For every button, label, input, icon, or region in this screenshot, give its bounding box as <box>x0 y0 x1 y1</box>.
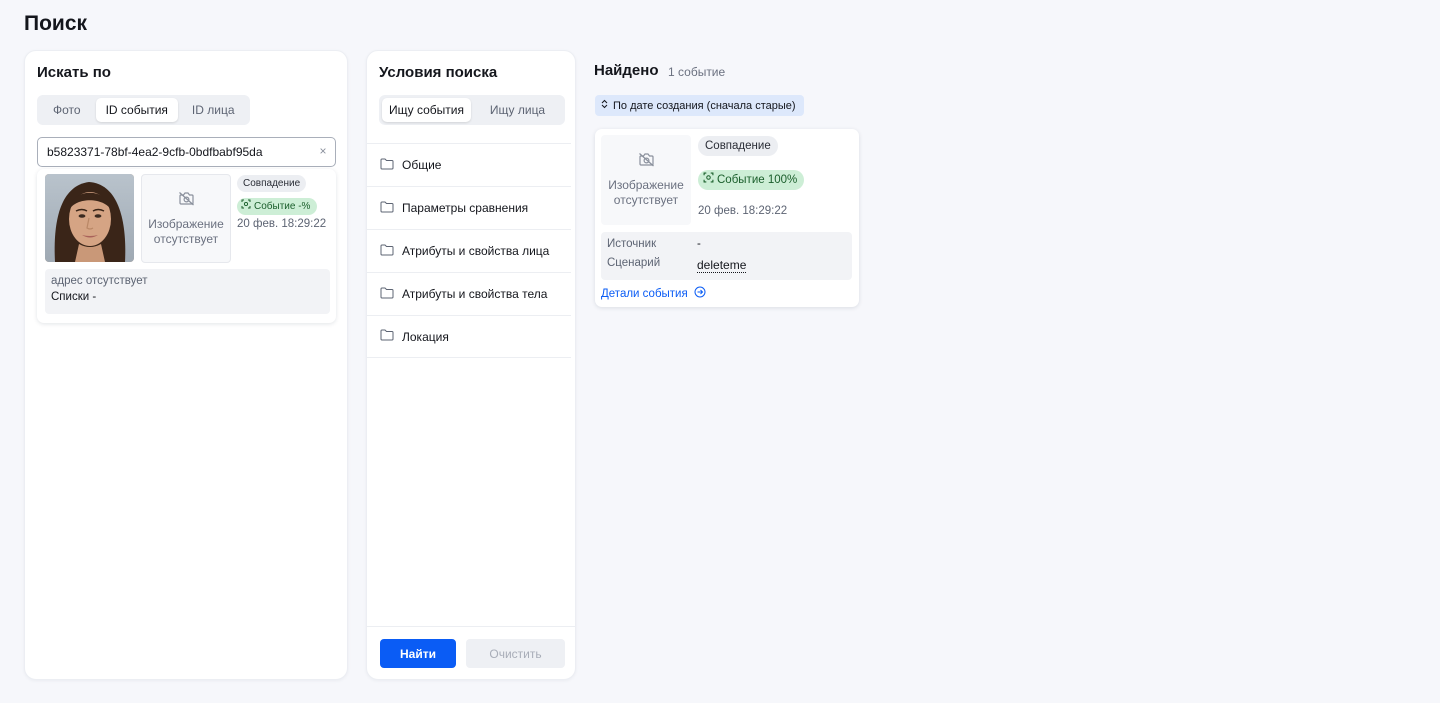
found-title: Найдено <box>594 62 659 79</box>
source-label: Источник <box>607 238 657 250</box>
face-scan-icon <box>703 172 714 189</box>
tab-photo[interactable]: Фото <box>40 98 94 122</box>
folder-label: Атрибуты и свойства тела <box>402 287 548 301</box>
tab-face-id[interactable]: ID лица <box>180 98 247 122</box>
clear-input-icon[interactable]: × <box>315 143 331 159</box>
found-count: 1 событие <box>668 65 726 79</box>
folder-label: Локация <box>402 329 449 344</box>
sort-arrows-icon <box>601 99 608 112</box>
conditions-folder-list: Общие Параметры сравнения Атрибуты и сво… <box>367 143 571 358</box>
no-image-line1: Изображение <box>608 178 684 192</box>
folder-icon <box>380 201 394 216</box>
find-button[interactable]: Найти <box>380 639 456 668</box>
no-image-line2: отсутствует <box>153 231 219 246</box>
tab-search-faces[interactable]: Ищу лица <box>473 98 562 122</box>
event-card[interactable]: Изображение отсутствует Совпадение Событ… <box>595 129 859 307</box>
folder-icon <box>380 287 394 302</box>
result-info-box: адрес отсутствует Списки - <box>45 269 330 314</box>
card-timestamp: 20 фев. 18:29:22 <box>698 205 788 217</box>
event-match-label: Событие -% <box>254 201 311 212</box>
event-match-badge: Событие 100% <box>698 170 805 190</box>
card-info-box: Источник - Сценарий deleteme <box>601 232 852 280</box>
address-text: адрес отсутствует <box>51 275 148 287</box>
tab-event-id[interactable]: ID события <box>95 98 178 122</box>
conditions-footer-divider <box>367 626 575 627</box>
conditions-title: Условия поиска <box>379 64 498 81</box>
scenario-label: Сценарий <box>607 257 661 269</box>
face-scan-icon <box>241 198 251 215</box>
no-image-placeholder: Изображение отсутствует <box>141 174 231 263</box>
folder-general[interactable]: Общие <box>367 143 571 186</box>
search-by-title: Искать по <box>37 64 111 81</box>
folder-label: Параметры сравнения <box>402 201 529 215</box>
folder-location[interactable]: Локация <box>367 315 571 358</box>
clear-button[interactable]: Очистить <box>466 639 565 668</box>
lists-line: Списки - <box>51 291 324 303</box>
folder-comparison-params[interactable]: Параметры сравнения <box>367 186 571 229</box>
folder-label: Общие <box>402 158 442 172</box>
camera-off-icon <box>178 191 195 210</box>
event-match-badge: Событие -% <box>237 198 318 215</box>
folder-label: Атрибуты и свойства лица <box>402 244 550 258</box>
search-result-card[interactable]: Изображение отсутствует Совпадение Событ… <box>37 169 336 323</box>
lists-label: Списки <box>51 291 90 303</box>
tab-search-events[interactable]: Ищу события <box>382 98 471 122</box>
match-badge: Совпадение <box>237 175 307 192</box>
search-conditions-panel: Условия поиска Ищу события Ищу лица Общи… <box>366 50 576 680</box>
folder-face-attributes[interactable]: Атрибуты и свойства лица <box>367 229 571 272</box>
folder-icon <box>380 158 394 173</box>
arrow-circle-right-icon <box>694 286 706 301</box>
lists-value: - <box>92 291 97 303</box>
no-image-line1: Изображение <box>148 216 224 231</box>
result-timestamp: 20 фев. 18:29:22 <box>237 218 327 230</box>
sort-dropdown[interactable]: По дате создания (сначала старые) <box>595 95 804 116</box>
event-id-input[interactable] <box>37 137 336 167</box>
scenario-link[interactable]: deleteme <box>697 258 747 273</box>
folder-body-attributes[interactable]: Атрибуты и свойства тела <box>367 272 571 315</box>
folder-icon <box>380 244 394 259</box>
conditions-tabs: Ищу события Ищу лица <box>379 95 565 125</box>
search-by-panel: Искать по Фото ID события ID лица × <box>24 50 348 680</box>
folder-icon <box>380 329 394 344</box>
no-image-line2: отсутствует <box>613 193 679 207</box>
face-photo <box>45 174 134 262</box>
page-title: Поиск <box>24 12 88 35</box>
event-details-label: Детали события <box>601 287 688 300</box>
camera-off-icon <box>638 152 655 171</box>
no-image-placeholder: Изображение отсутствует <box>601 135 691 225</box>
source-value: - <box>697 238 701 250</box>
event-details-link[interactable]: Детали события <box>601 286 706 301</box>
search-by-tabs: Фото ID события ID лица <box>37 95 250 125</box>
match-badge: Совпадение <box>698 136 778 156</box>
event-match-label: Событие 100% <box>717 173 798 186</box>
sort-label: По дате создания (сначала старые) <box>613 99 796 112</box>
